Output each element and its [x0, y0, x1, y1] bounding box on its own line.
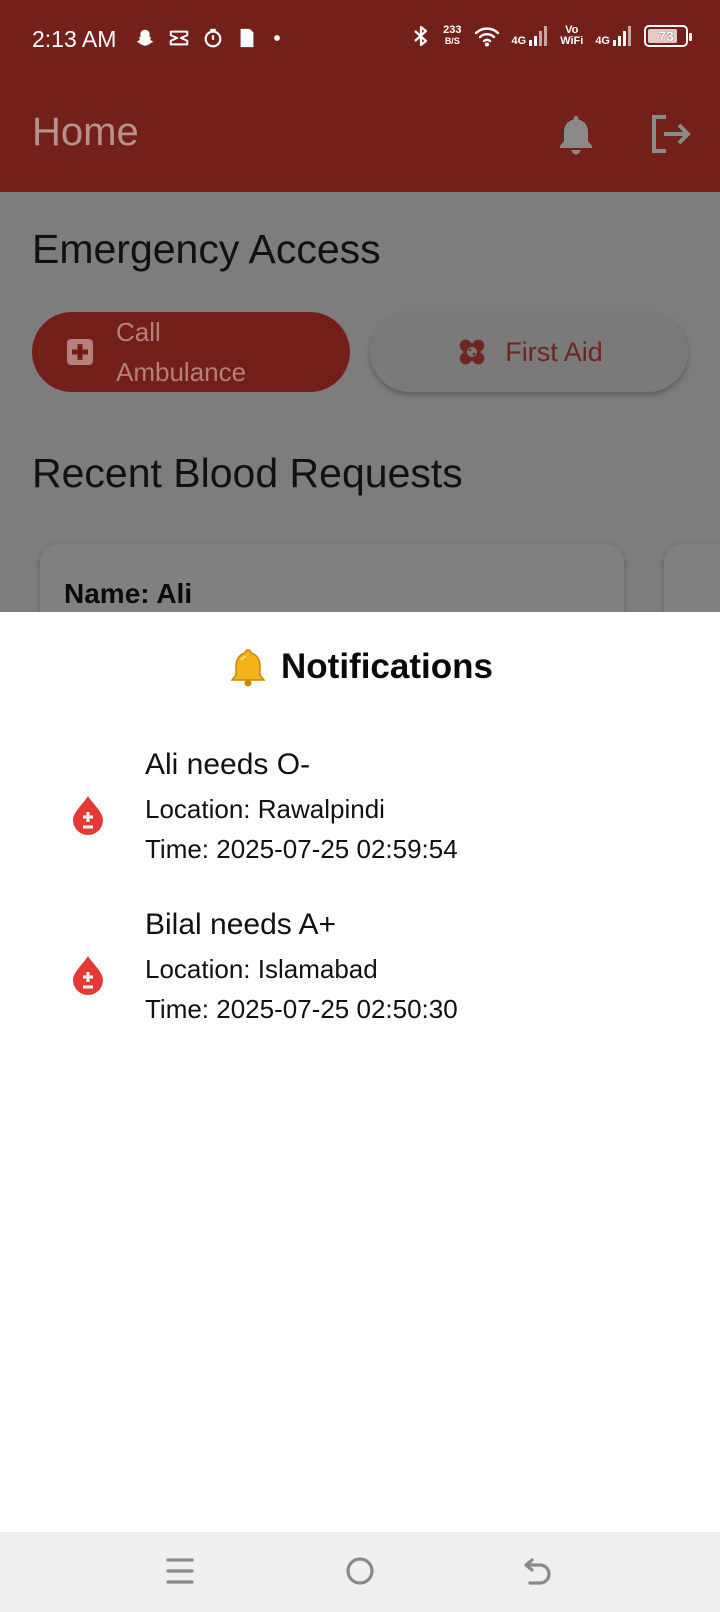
- blood-request-card-next[interactable]: [664, 544, 720, 612]
- signal-2: 4G: [595, 25, 632, 47]
- status-time: 2:13 AM: [32, 26, 117, 52]
- back-icon[interactable]: [522, 1554, 554, 1588]
- timer-icon: [204, 28, 222, 48]
- first-aid-button[interactable]: First Aid: [370, 312, 688, 392]
- blood-drop-icon: [73, 956, 103, 995]
- notification-item[interactable]: Bilal needs A+ Location: Islamabad Time:…: [0, 908, 720, 1058]
- capcut-icon: [169, 30, 189, 46]
- battery-icon: 73: [644, 25, 692, 47]
- emergency-access-title: Emergency Access: [32, 226, 381, 272]
- call-ambulance-button[interactable]: Call Ambulance: [32, 312, 350, 392]
- battery-level: 73: [658, 28, 674, 44]
- notification-location: Location: Islamabad: [145, 954, 378, 984]
- sheet-title: Notifications: [281, 647, 493, 686]
- home-content: Emergency Access Call Ambulance First Ai…: [0, 192, 720, 612]
- blood-request-card[interactable]: Name: Ali: [40, 544, 624, 612]
- net-speed: 233 B/S: [443, 24, 462, 47]
- notification-location: Location: Rawalpindi: [145, 794, 385, 824]
- card-name: Name: Ali: [64, 578, 193, 609]
- bell-emoji-icon: [230, 649, 266, 687]
- dot-icon: [274, 35, 280, 41]
- signal-1: 4G: [512, 25, 549, 47]
- notification-item[interactable]: Ali needs O- Location: Rawalpindi Time: …: [0, 748, 720, 898]
- signal-bars-icon: [613, 26, 631, 46]
- call-ambulance-label: Call Ambulance: [116, 317, 247, 387]
- first-aid-label: First Aid: [505, 336, 603, 367]
- notification-title: Ali needs O-: [145, 748, 311, 781]
- bandage-icon: [459, 339, 485, 365]
- bluetooth-icon: [414, 25, 428, 47]
- notification-time: Time: 2025-07-25 02:59:54: [145, 834, 458, 864]
- recent-blood-requests-title: Recent Blood Requests: [32, 450, 463, 496]
- app-bar: Home: [0, 82, 720, 192]
- status-left-icons: [134, 27, 284, 49]
- notification-title: Bilal needs A+: [145, 908, 336, 941]
- vowifi-label: Vo WiFi: [560, 24, 584, 47]
- snapchat-icon: [136, 29, 154, 46]
- status-bar: 2:13 AM 233 B/S 4G Vo WiFi 4G 73: [0, 0, 720, 82]
- home-circle-icon[interactable]: [344, 1554, 376, 1588]
- sheet-header: Notifications: [0, 646, 720, 688]
- logout-icon[interactable]: [648, 112, 692, 156]
- notifications-sheet: Notifications Ali needs O- Location: Raw…: [0, 612, 720, 1532]
- file-icon: [240, 28, 254, 48]
- blood-drop-icon: [73, 796, 103, 835]
- bell-icon[interactable]: [556, 112, 596, 156]
- page-title: Home: [32, 110, 139, 154]
- signal-bars-icon: [529, 26, 548, 46]
- system-nav-bar: [0, 1532, 720, 1612]
- status-right-icons: 233 B/S 4G Vo WiFi 4G 73: [411, 24, 692, 48]
- wifi-icon: [474, 27, 499, 47]
- medical-plus-icon: [67, 339, 93, 365]
- notification-time: Time: 2025-07-25 02:50:30: [145, 994, 458, 1024]
- menu-icon[interactable]: [164, 1554, 196, 1588]
